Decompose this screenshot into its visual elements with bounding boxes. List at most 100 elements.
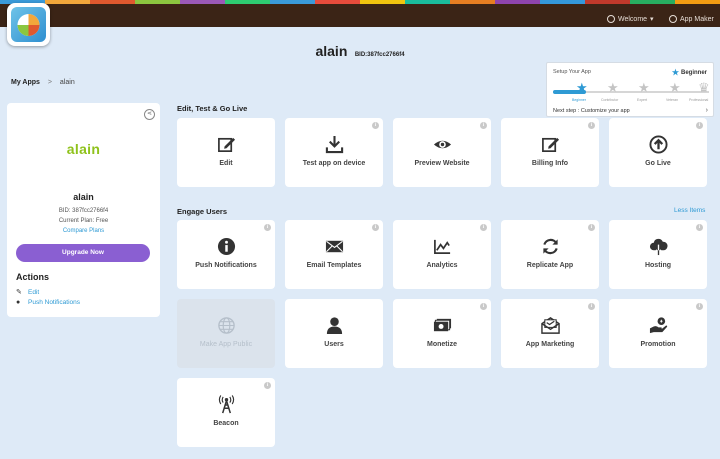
tile-go-live[interactable]: i Go Live — [609, 118, 707, 187]
tile-label: Test app on device — [302, 160, 366, 167]
info-icon[interactable]: i — [696, 303, 703, 310]
caret-down-icon: ▾ — [650, 16, 654, 23]
step-label: Professional — [689, 98, 709, 102]
setup-label: Setup Your App — [553, 69, 591, 75]
tile-push-notifications[interactable]: i Push Notifications — [177, 220, 275, 289]
tile-make-app-public: Make App Public — [177, 299, 275, 368]
info-icon[interactable]: i — [696, 122, 703, 129]
section-title-edit-test: Edit, Test & Go Live — [177, 104, 248, 113]
tile-label: Make App Public — [199, 341, 253, 348]
tile-label: Hosting — [644, 262, 672, 269]
eye-icon — [393, 134, 491, 154]
marketing-envelope-icon — [501, 315, 599, 335]
tile-monetize[interactable]: i Monetize — [393, 299, 491, 368]
info-icon[interactable]: i — [480, 224, 487, 231]
beacon-tower-icon — [177, 394, 275, 414]
step-label: Contributor — [601, 98, 619, 102]
step-star-icon: ★ — [669, 80, 681, 95]
info-icon[interactable]: i — [372, 122, 379, 129]
hand-coin-icon — [609, 315, 707, 335]
info-circle-icon — [177, 236, 275, 256]
app-name-title: alain — [315, 43, 348, 59]
info-icon[interactable]: i — [372, 224, 379, 231]
tile-app-marketing[interactable]: i App Marketing — [501, 299, 599, 368]
action-push-link[interactable]: ● Push Notifications — [16, 299, 80, 306]
action-push-label: Push Notifications — [28, 299, 81, 306]
edit-icon: ✎ — [16, 289, 22, 296]
step-label: Beginner — [572, 98, 587, 102]
tile-test-app[interactable]: i Test app on device — [285, 118, 383, 187]
globe-icon — [177, 315, 275, 335]
envelope-icon — [285, 236, 383, 256]
app-maker-link[interactable]: App Maker — [669, 15, 714, 23]
tile-edit[interactable]: Edit — [177, 118, 275, 187]
download-icon — [285, 134, 383, 154]
step-star-icon: ★ — [576, 80, 588, 95]
star-icon: ★ — [671, 68, 679, 77]
tile-label: Edit — [219, 160, 233, 167]
app-maker-label: App Maker — [680, 15, 714, 23]
tile-label: App Marketing — [525, 341, 575, 348]
info-icon[interactable]: i — [588, 122, 595, 129]
actions-title: Actions — [16, 272, 50, 282]
tile-label: Push Notifications — [195, 262, 257, 269]
money-icon — [393, 315, 491, 335]
top-navigation-bar: Welcome ▾ App Maker — [0, 4, 720, 27]
step-star-icon: ★ — [638, 80, 650, 95]
welcome-label: Welcome — [618, 15, 648, 23]
cloud-download-icon — [609, 236, 707, 256]
welcome-menu[interactable]: Welcome ▾ — [607, 15, 654, 23]
info-icon[interactable]: i — [264, 382, 271, 389]
tile-label: Users — [324, 341, 344, 348]
section-title-engage: Engage Users — [177, 207, 228, 216]
compare-plans-link[interactable]: Compare Plans — [7, 228, 160, 234]
setup-level: ★ Beginner — [672, 68, 707, 77]
user-icon — [607, 15, 615, 23]
tile-email-templates[interactable]: i Email Templates — [285, 220, 383, 289]
less-items-link[interactable]: Less Items — [674, 207, 705, 214]
page-title: alain BID:387fcc2766f4 — [0, 43, 720, 61]
step-star-icon: ★ — [607, 80, 619, 95]
tile-hosting[interactable]: i Hosting — [609, 220, 707, 289]
upgrade-now-button[interactable]: Upgrade Now — [16, 244, 150, 262]
tile-replicate-app[interactable]: i Replicate App — [501, 220, 599, 289]
info-icon: ● — [16, 299, 21, 306]
next-step-text[interactable]: Next step : Customize your app — [553, 108, 630, 114]
info-icon[interactable]: i — [480, 303, 487, 310]
breadcrumb-my-apps[interactable]: My Apps — [11, 79, 40, 86]
tile-label: Analytics — [426, 262, 458, 269]
info-icon[interactable]: i — [588, 224, 595, 231]
tile-label: Preview Website — [414, 160, 470, 167]
tile-beacon[interactable]: i Beacon — [177, 378, 275, 447]
tile-label: Email Templates — [306, 262, 362, 269]
brand-logo[interactable] — [7, 3, 50, 46]
tile-promotion[interactable]: i Promotion — [609, 299, 707, 368]
tile-label: Billing Info — [531, 160, 569, 167]
tile-label: Monetize — [427, 341, 457, 348]
share-icon[interactable]: ⋖ — [144, 109, 155, 120]
tile-label: Replicate App — [526, 262, 574, 269]
breadcrumb-current: alain — [59, 79, 75, 86]
tile-billing-info[interactable]: i Billing Info — [501, 118, 599, 187]
step-label: Expert — [637, 98, 648, 102]
tile-users[interactable]: Users — [285, 299, 383, 368]
info-icon[interactable]: i — [696, 224, 703, 231]
info-icon[interactable]: i — [588, 303, 595, 310]
chevron-right-icon[interactable]: › — [706, 107, 708, 114]
setup-progress-panel: Setup Your App ★ Beginner ★ ★ ★ ★ ♛ Begi… — [546, 62, 714, 117]
upload-circle-icon — [609, 134, 707, 154]
breadcrumb-separator: > — [47, 79, 52, 86]
profile-plan: Current Plan: Free — [58, 218, 109, 224]
tile-analytics[interactable]: i Analytics — [393, 220, 491, 289]
refresh-icon — [501, 236, 599, 256]
user-icon — [285, 315, 383, 335]
action-edit-link[interactable]: ✎ Edit — [16, 289, 39, 296]
app-bid-title: BID:387fcc2766f4 — [354, 52, 405, 58]
setup-level-label: Beginner — [680, 69, 707, 76]
info-icon[interactable]: i — [480, 122, 487, 129]
billing-edit-icon — [501, 134, 599, 154]
edit-icon — [177, 134, 275, 154]
tile-preview-website[interactable]: i Preview Website — [393, 118, 491, 187]
step-label: Veteran — [666, 98, 679, 102]
info-icon[interactable]: i — [264, 224, 271, 231]
